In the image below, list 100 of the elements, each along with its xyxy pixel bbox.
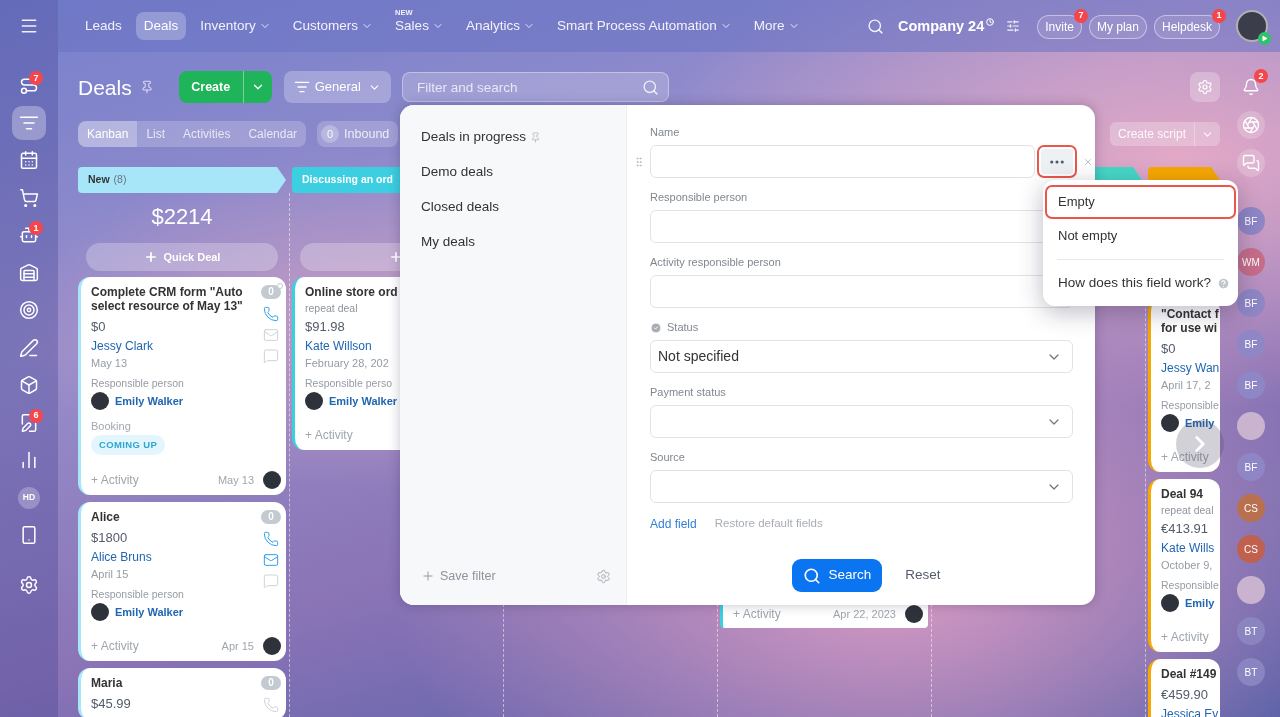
deal-title[interactable]: Online store ord <box>305 285 398 299</box>
deal-title[interactable]: Deal #149 <box>1161 667 1217 681</box>
sidebar-button[interactable]: 1 <box>12 218 46 252</box>
view-tab[interactable]: Kanban <box>78 121 138 147</box>
deal-title[interactable]: "Contact f for use wi <box>1161 307 1219 335</box>
reset-button[interactable]: Reset <box>894 559 952 592</box>
settings-icon[interactable] <box>596 568 611 584</box>
deal-card[interactable]: Complete CRM form "Auto select resource of May 13" $0 Jessy Clark May 13 Responsible person Emily Walker Booking COMING UP 0 + Activity May 13 <box>78 277 286 495</box>
client-link[interactable]: Jessy Wan <box>1161 360 1220 376</box>
inbound-button[interactable]: 0 Inbound <box>317 121 399 147</box>
select-field[interactable] <box>650 470 1073 503</box>
activity-date: Apr 22, 2023 <box>833 606 896 622</box>
add-activity-link[interactable]: + Activity <box>91 471 139 489</box>
more-options-button[interactable] <box>1037 145 1077 178</box>
deal-title[interactable]: Deal 94 <box>1161 487 1204 501</box>
company-name[interactable]: Company 24 <box>898 17 985 35</box>
calendar-icon <box>19 150 39 170</box>
booking-status-badge: COMING UP <box>91 435 166 455</box>
responsible-link[interactable]: Emily Walker <box>329 392 398 410</box>
quick-deal-button[interactable]: Quick Deal <box>86 243 278 271</box>
filter-icon <box>293 79 310 95</box>
saved-filter-item[interactable]: Closed deals <box>421 190 611 225</box>
view-tab[interactable]: List <box>137 121 175 147</box>
search-button[interactable]: Search <box>792 559 883 592</box>
view-tab[interactable]: Activities <box>174 121 240 147</box>
settings-button[interactable] <box>1190 72 1220 102</box>
search-icon[interactable] <box>867 17 884 35</box>
header-pill-button[interactable]: My plan <box>1088 14 1147 39</box>
responsible-link[interactable]: Emily <box>1185 414 1215 432</box>
client-link[interactable]: Alice Bruns <box>91 549 152 565</box>
deal-title[interactable]: Complete CRM form "Auto select resource of May 13" <box>91 285 261 313</box>
nav-tab[interactable]: More <box>745 12 808 40</box>
add-activity-link[interactable]: + Activity <box>1161 628 1209 646</box>
responsible-link[interactable]: Emily Walker <box>115 603 184 621</box>
search-icon <box>803 566 822 585</box>
save-filter-button[interactable]: Save filter <box>421 566 496 586</box>
chat-icon[interactable] <box>263 348 279 364</box>
sliders-icon[interactable] <box>1006 19 1021 33</box>
nav-tab[interactable]: Customers <box>284 12 382 40</box>
nav-tab[interactable]: Inventory <box>192 12 279 40</box>
menu-option[interactable]: Not empty <box>1045 219 1236 253</box>
select-field[interactable]: Not specified <box>650 340 1073 373</box>
add-activity-link[interactable]: + Activity <box>733 605 781 623</box>
create-script-menu-button[interactable] <box>1194 122 1220 146</box>
deal-card[interactable]: Deal 94 repeat deal €413.91 Kate Wills October 9, Responsible Emily + Activity <box>1148 479 1220 652</box>
saved-filter-item[interactable]: Demo deals <box>421 155 611 190</box>
create-menu-button[interactable] <box>242 71 272 103</box>
responsible-label: Responsible <box>1161 578 1219 592</box>
nav-tab[interactable]: Leads <box>77 12 130 40</box>
deal-title[interactable]: Maria <box>91 676 123 690</box>
initials-avatar[interactable]: HD <box>18 486 40 509</box>
add-activity-link[interactable]: + Activity <box>1161 448 1209 466</box>
avatar-placeholder <box>905 605 923 623</box>
view-tab[interactable]: Calendar <box>239 121 307 147</box>
nav-tab[interactable]: Smart Process Automation <box>548 12 740 40</box>
close-icon[interactable] <box>1083 156 1093 167</box>
deal-title[interactable]: Alice <box>91 510 120 524</box>
sidebar-tool-button[interactable] <box>1237 149 1265 177</box>
pin-icon[interactable] <box>139 80 154 94</box>
add-field-link[interactable]: Add field <box>650 515 697 533</box>
deal-date: May 13 <box>91 356 128 370</box>
responsible-label: Responsible person <box>91 587 184 601</box>
drag-handle-icon[interactable] <box>633 154 645 169</box>
responsible-link[interactable]: Emily Walker <box>115 392 184 410</box>
sidebar-tool-button[interactable] <box>1237 111 1265 139</box>
saved-filter-item[interactable]: My deals <box>421 225 611 260</box>
phone-icon[interactable] <box>263 697 279 713</box>
phone-icon[interactable] <box>263 306 279 322</box>
avatar-placeholder <box>305 392 323 410</box>
text-field[interactable] <box>650 145 1035 178</box>
add-activity-link[interactable]: + Activity <box>305 426 353 444</box>
sidebar-button[interactable]: 7 <box>12 68 46 102</box>
settings-icon <box>1197 79 1213 95</box>
client-link[interactable]: Jessy Clark <box>91 338 153 354</box>
field-label: Activity responsible person <box>650 255 781 271</box>
nav-tab[interactable]: Analytics <box>457 12 543 40</box>
client-link[interactable]: Kate Wills <box>1161 540 1215 556</box>
saved-filter-item[interactable]: Deals in progress <box>421 120 611 155</box>
chat-icon[interactable] <box>263 573 279 589</box>
client-link[interactable]: Kate Willson <box>305 338 372 354</box>
stage-title: New <box>88 172 110 188</box>
phone-icon[interactable] <box>263 531 279 547</box>
nav-tab[interactable]: Deals <box>135 12 187 40</box>
avatar-placeholder <box>91 603 109 621</box>
category-button[interactable]: General <box>283 71 391 103</box>
sidebar-button[interactable]: 6 <box>12 405 46 440</box>
deal-amount: $91.98 <box>305 319 345 335</box>
mail-icon[interactable] <box>263 552 279 568</box>
responsible-link[interactable]: Emily <box>1185 594 1215 612</box>
deal-card[interactable]: Alice $1800 Alice Bruns April 15 Responsible person Emily Walker 0 + Activity Apr 15 <box>78 502 286 661</box>
menu-option[interactable]: Empty <box>1045 185 1236 219</box>
mail-icon[interactable] <box>263 327 279 343</box>
field-help-link[interactable]: How does this field work? <box>1045 266 1236 300</box>
add-activity-link[interactable]: + Activity <box>91 637 139 655</box>
sidebar-button[interactable] <box>12 105 46 140</box>
restore-default-fields-link[interactable]: Restore default fields <box>714 515 823 533</box>
avatar-placeholder <box>1161 414 1179 432</box>
create-button[interactable]: Create <box>178 71 243 103</box>
select-field[interactable] <box>650 405 1073 438</box>
deal-card[interactable]: Maria $45.99 0 <box>78 668 286 717</box>
